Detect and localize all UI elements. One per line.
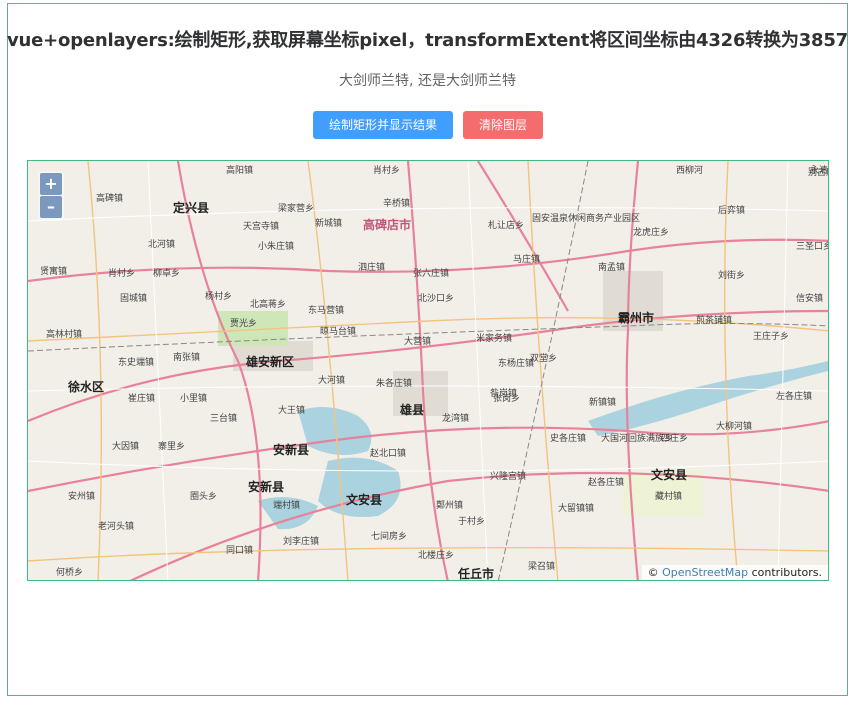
map-place-label: 张六庄镇 — [413, 269, 450, 279]
map-place-label: 刘街乡 — [718, 271, 746, 281]
map-place-label: 雄县 — [400, 403, 425, 417]
map-place-label: 徐水区 — [68, 380, 105, 394]
map-place-label: 固城镇 — [120, 294, 148, 304]
map-place-label: 东马营镇 — [308, 306, 345, 316]
map-place-label: 晾马台镇 — [320, 327, 357, 337]
map-place-label: 札让店乡 — [488, 221, 525, 231]
map-place-label: 后弈镇 — [718, 206, 746, 216]
map-place-label: 南孟镇 — [598, 263, 626, 273]
map-place-label: 新城镇 — [315, 219, 343, 229]
map-place-label: 大营镇 — [404, 337, 432, 347]
map-place-label: 安新县 — [248, 480, 285, 494]
map-place-label: 崔庄镇 — [128, 394, 156, 404]
map-place-label: 高碑镇 — [96, 194, 124, 204]
map-place-label: 左各庄镇 — [776, 392, 813, 402]
map-place-label: 小朱庄镇 — [258, 242, 295, 252]
map-place-label: 鄚州镇 — [436, 501, 464, 511]
draw-rectangle-button[interactable]: 绘制矩形并显示结果 — [313, 111, 453, 139]
map-place-label: 杨村乡 — [205, 292, 233, 302]
map-place-label: 雄安新区 — [246, 355, 295, 369]
map-place-label: 大留镇镇 — [558, 504, 595, 514]
map-place-label: 霸州市 — [618, 311, 655, 325]
map-place-label: 刘李庄镇 — [283, 537, 320, 547]
map-place-label: 老河头镇 — [98, 522, 135, 532]
map-place-label: 别古庄 — [808, 168, 828, 178]
map-place-label: 煎茶铺镇 — [696, 316, 733, 326]
map-place-label: 大因镇 — [112, 442, 140, 452]
map-place-label: 贤寓镇 — [40, 267, 68, 277]
page-title: vue+openlayers:绘制矩形,获取屏幕坐标pixel，transfor… — [6, 30, 848, 51]
map-place-label: 北高蒋乡 — [250, 300, 287, 310]
map-place-label: 史各庄镇 — [550, 434, 587, 444]
map-place-label: 三台镇 — [210, 414, 238, 424]
osm-link[interactable]: OpenStreetMap — [662, 566, 748, 579]
map-place-label: 高阳镇 — [226, 166, 254, 176]
map-place-label: 大王镇 — [278, 406, 306, 416]
map-place-label: 肖村乡 — [108, 269, 136, 279]
map-place-label: 北沙口乡 — [418, 294, 455, 304]
zoom-out-button[interactable]: – — [40, 196, 62, 218]
attribution-prefix: © — [647, 566, 659, 579]
map-container[interactable]: 高阳镇肖村乡西柳河永清镇别古庄高碑镇定兴县梁家营乡辛桥镇后弈镇北河镇天宫寺镇新城… — [27, 160, 829, 581]
map-place-label: 西柳河 — [676, 166, 704, 176]
map-place-label: 肖村乡 — [373, 166, 401, 176]
map-tiles — [28, 161, 828, 580]
map-place-label: 双堂乡 — [530, 354, 558, 364]
map-place-label: 大柳河镇 — [716, 422, 753, 432]
map-place-label: 天宫寺镇 — [243, 222, 280, 232]
map-place-label: 三圣口乡 — [796, 242, 829, 252]
map-place-label: 北楼庄乡 — [418, 551, 455, 561]
map-place-label: 张岗乡 — [493, 394, 521, 404]
map-place-label: 固安温泉休闲商务产业园区 — [532, 214, 641, 224]
map-place-label: 东杨庄镇 — [498, 359, 535, 369]
map-place-label: 安新县 — [273, 443, 310, 457]
map-place-label: 高碑店市 — [363, 218, 412, 232]
map-place-label: 圈头乡 — [190, 492, 218, 502]
map-place-label: 高林村镇 — [46, 330, 83, 340]
map-place-label: 寨里乡 — [158, 442, 186, 452]
map-place-label: 赵各庄镇 — [588, 478, 625, 488]
map-place-label: 梁家营乡 — [278, 204, 315, 214]
map-place-label: 龙虎庄乡 — [633, 228, 670, 238]
map-place-label: 辛桥镇 — [383, 199, 411, 209]
map-place-label: 于村乡 — [458, 517, 486, 527]
zoom-control: + – — [38, 171, 64, 221]
map-place-label: 龙湾镇 — [442, 414, 470, 424]
page-subtitle: 大剑师兰特, 还是大剑师兰特 — [339, 73, 516, 89]
map-place-label: 何桥乡 — [56, 568, 84, 578]
map-place-label: 泗庄镇 — [358, 263, 386, 273]
map-place-label: 朱各庄镇 — [376, 379, 413, 389]
clear-layer-button[interactable]: 清除图层 — [463, 111, 543, 139]
map-place-label: 文安县 — [346, 493, 383, 507]
map-place-label: 赵北口镇 — [370, 449, 407, 459]
map-place-label: 大河镇 — [318, 376, 346, 386]
map-place-label: 七间房乡 — [371, 532, 408, 542]
attribution-suffix: contributors. — [751, 566, 822, 579]
map-place-label: 马庄镇 — [513, 255, 541, 265]
map-place-label: 安州镇 — [68, 492, 96, 502]
map-place-label: 贾光乡 — [230, 319, 258, 329]
map-place-label: 王庄子乡 — [753, 332, 790, 342]
map-place-label: 东史端镇 — [118, 358, 155, 368]
map-attribution: © OpenStreetMap contributors. — [641, 565, 828, 580]
map-place-label: 柳卓乡 — [153, 269, 181, 279]
map-place-label: 米家务镇 — [476, 334, 513, 344]
map-place-label: 藏村镇 — [655, 492, 683, 502]
map-place-label: 四庄乡 — [661, 434, 689, 444]
map-place-label: 新镇镇 — [589, 398, 617, 408]
map-place-label: 同口镇 — [226, 546, 254, 556]
map-place-label: 文安县 — [651, 468, 688, 482]
map-place-label: 任丘市 — [458, 567, 495, 581]
map-place-label: 梁召镇 — [528, 562, 556, 572]
map-place-label: 端村镇 — [273, 501, 301, 511]
map-place-label: 北河镇 — [148, 240, 176, 250]
zoom-in-button[interactable]: + — [40, 173, 62, 195]
map-place-label: 定兴县 — [173, 201, 210, 215]
map-place-label: 兴隆宫镇 — [490, 472, 527, 482]
map-place-label: 信安镇 — [796, 294, 824, 304]
map-place-label: 南张镇 — [173, 353, 201, 363]
map-place-label: 小里镇 — [180, 394, 208, 404]
